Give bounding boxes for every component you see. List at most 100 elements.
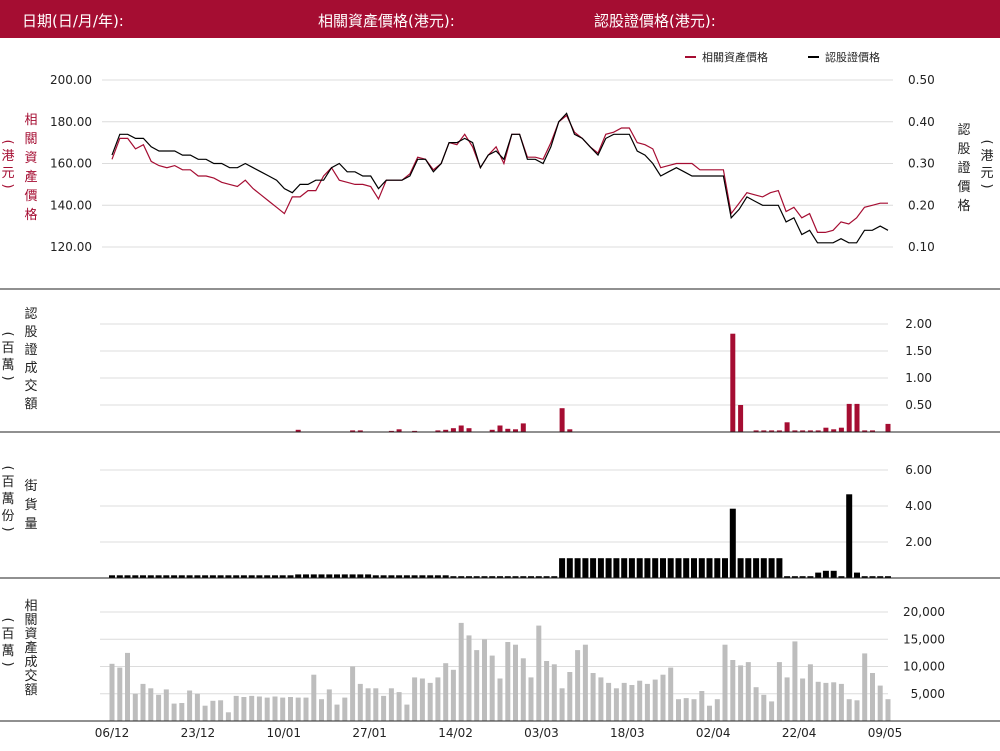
asset-turnover-bar bbox=[357, 683, 363, 721]
asset-turnover-bar bbox=[497, 678, 503, 721]
asset-turnover-bar bbox=[722, 644, 728, 721]
asset-turnover-bar bbox=[668, 667, 674, 721]
asset-turnover-bar bbox=[784, 677, 790, 721]
asset-turnover-bar bbox=[559, 688, 565, 721]
outstanding-qty-bar bbox=[652, 558, 659, 578]
outstanding-qty-bar bbox=[745, 558, 752, 578]
outstanding-qty-bar bbox=[628, 558, 635, 578]
asset-turnover-bar bbox=[256, 696, 262, 721]
warrant-turnover-bar bbox=[846, 403, 852, 432]
asset-turnover-axis-label-char: 相 bbox=[24, 599, 37, 614]
warrant-price-axis-label-char: 股 bbox=[957, 142, 970, 157]
asset-turnover-bar bbox=[303, 697, 309, 721]
asset-turnover-bar bbox=[613, 688, 619, 721]
warrant-turnover-axis-unit-char: 萬 bbox=[1, 358, 14, 373]
asset-turnover-bar bbox=[707, 705, 712, 721]
warrant-turnover-bar bbox=[730, 333, 736, 432]
asset-turnover-bar bbox=[482, 639, 487, 722]
asset-turnover-axis-label-char: 交 bbox=[24, 668, 37, 684]
asset-price-axis-label-char: 格 bbox=[24, 207, 37, 223]
outstanding-qty-tick-label: 4.00 bbox=[905, 499, 932, 513]
asset-turnover-bar bbox=[474, 650, 480, 721]
asset-turnover-bar bbox=[823, 682, 829, 721]
asset-turnover-bar bbox=[466, 635, 472, 721]
outstanding-qty-bar bbox=[722, 558, 728, 578]
warrant-turnover-axis-label-char: 證 bbox=[24, 342, 37, 358]
outstanding-qty-bar bbox=[295, 574, 302, 578]
outstanding-qty-bar bbox=[760, 558, 767, 578]
asset-turnover-bar bbox=[419, 678, 425, 721]
asset-turnover-bar bbox=[815, 681, 821, 721]
outstanding-qty-axis-label-char: 量 bbox=[24, 517, 37, 532]
asset-turnover-bar bbox=[800, 678, 806, 721]
asset-turnover-bar bbox=[334, 704, 340, 721]
outstanding-qty-bar bbox=[691, 558, 697, 578]
asset-turnover-bar bbox=[350, 666, 356, 721]
asset-turnover-bar bbox=[551, 664, 557, 721]
asset-price-axis-label-char: 產 bbox=[24, 169, 37, 185]
asset-turnover-bar bbox=[435, 677, 441, 721]
x-tick-label: 06/12 bbox=[95, 726, 130, 740]
outstanding-qty-bar bbox=[559, 558, 566, 578]
outstanding-qty-bar bbox=[729, 508, 736, 578]
outstanding-qty-bar bbox=[830, 570, 837, 578]
warrant-turnover-tick-label: 2.00 bbox=[905, 317, 932, 331]
asset-price-label: 相關資產價格(港元): bbox=[318, 12, 455, 30]
asset-turnover-bar bbox=[637, 680, 643, 721]
warrant-price-axis-label-char: 證 bbox=[957, 160, 970, 176]
asset-turnover-bar bbox=[132, 693, 138, 722]
asset-turnover-bar bbox=[179, 703, 185, 721]
outstanding-qty-bar bbox=[714, 558, 721, 578]
asset-turnover-tick-label: 10,000 bbox=[903, 660, 945, 674]
asset-turnover-bar bbox=[404, 704, 410, 721]
outstanding-qty-bar bbox=[698, 558, 705, 578]
asset-turnover-bar bbox=[396, 692, 402, 721]
outstanding-qty-bar bbox=[854, 572, 860, 578]
asset-turnover-bar bbox=[870, 673, 875, 721]
asset-turnover-bar bbox=[489, 655, 495, 721]
warrant-turnover-axis-label-char: 交 bbox=[24, 378, 37, 394]
outstanding-qty-tick-label: 6.00 bbox=[905, 463, 932, 477]
warrant-turnover-axis-label-char: 成 bbox=[24, 361, 37, 376]
warrant-turnover-tick-label: 1.50 bbox=[905, 344, 932, 358]
asset-turnover-bar bbox=[598, 677, 604, 721]
asset-turnover-bar bbox=[792, 641, 798, 721]
warrant-price-axis-unit-char: ( bbox=[979, 139, 994, 144]
outstanding-qty-bar bbox=[334, 574, 340, 578]
asset-turnover-bar bbox=[714, 699, 720, 721]
asset-turnover-bar bbox=[280, 697, 286, 721]
warrant-turnover-bar bbox=[838, 427, 844, 432]
asset-turnover-bar bbox=[210, 700, 216, 721]
warrant-chart: 200.00 180.00 160.00 140.00 120.00 0.50 0.40 0.… bbox=[0, 50, 1000, 740]
asset-turnover-bar bbox=[776, 662, 782, 721]
outstanding-qty-bar bbox=[768, 558, 775, 578]
outstanding-qty-tick-label: 2.00 bbox=[905, 535, 932, 549]
asset-price-axis-label-char: 資 bbox=[24, 151, 37, 166]
outstanding-qty-axis-unit-char: 份 bbox=[1, 509, 14, 524]
warrant-turnover-axis-unit-char: ( bbox=[0, 331, 15, 336]
asset-turnover-bar bbox=[326, 689, 332, 721]
chart-header: 日期(日/月/年): 相關資產價格(港元): 認股證價格(港元): bbox=[0, 0, 1000, 38]
asset-turnover-bar bbox=[582, 644, 588, 721]
left-tick-label: 180.00 bbox=[50, 115, 92, 129]
asset-turnover-bar bbox=[854, 700, 860, 721]
outstanding-qty-bar bbox=[683, 558, 690, 578]
asset-turnover-bar bbox=[606, 682, 612, 721]
asset-turnover-bar bbox=[575, 650, 581, 721]
outstanding-qty-bar bbox=[636, 558, 643, 578]
outstanding-qty-bar bbox=[737, 558, 744, 578]
asset-turnover-bar bbox=[846, 699, 852, 721]
outstanding-qty-bar bbox=[349, 574, 356, 578]
x-tick-label: 14/02 bbox=[438, 726, 473, 740]
asset-price-axis-unit-char: ( bbox=[0, 139, 15, 144]
asset-price-axis-label-char: 相 bbox=[24, 113, 37, 128]
asset-turnover-axis-label-char: 產 bbox=[24, 640, 37, 656]
warrant-turnover-bar bbox=[885, 423, 891, 432]
outstanding-qty-bar bbox=[815, 572, 822, 578]
x-tick-label: 23/12 bbox=[181, 726, 216, 740]
asset-turnover-bar bbox=[373, 688, 379, 721]
asset-turnover-bar bbox=[288, 697, 293, 721]
x-tick-label: 27/01 bbox=[352, 726, 387, 740]
outstanding-qty-axis-unit-char: ) bbox=[0, 526, 15, 531]
asset-turnover-bar bbox=[319, 699, 324, 721]
